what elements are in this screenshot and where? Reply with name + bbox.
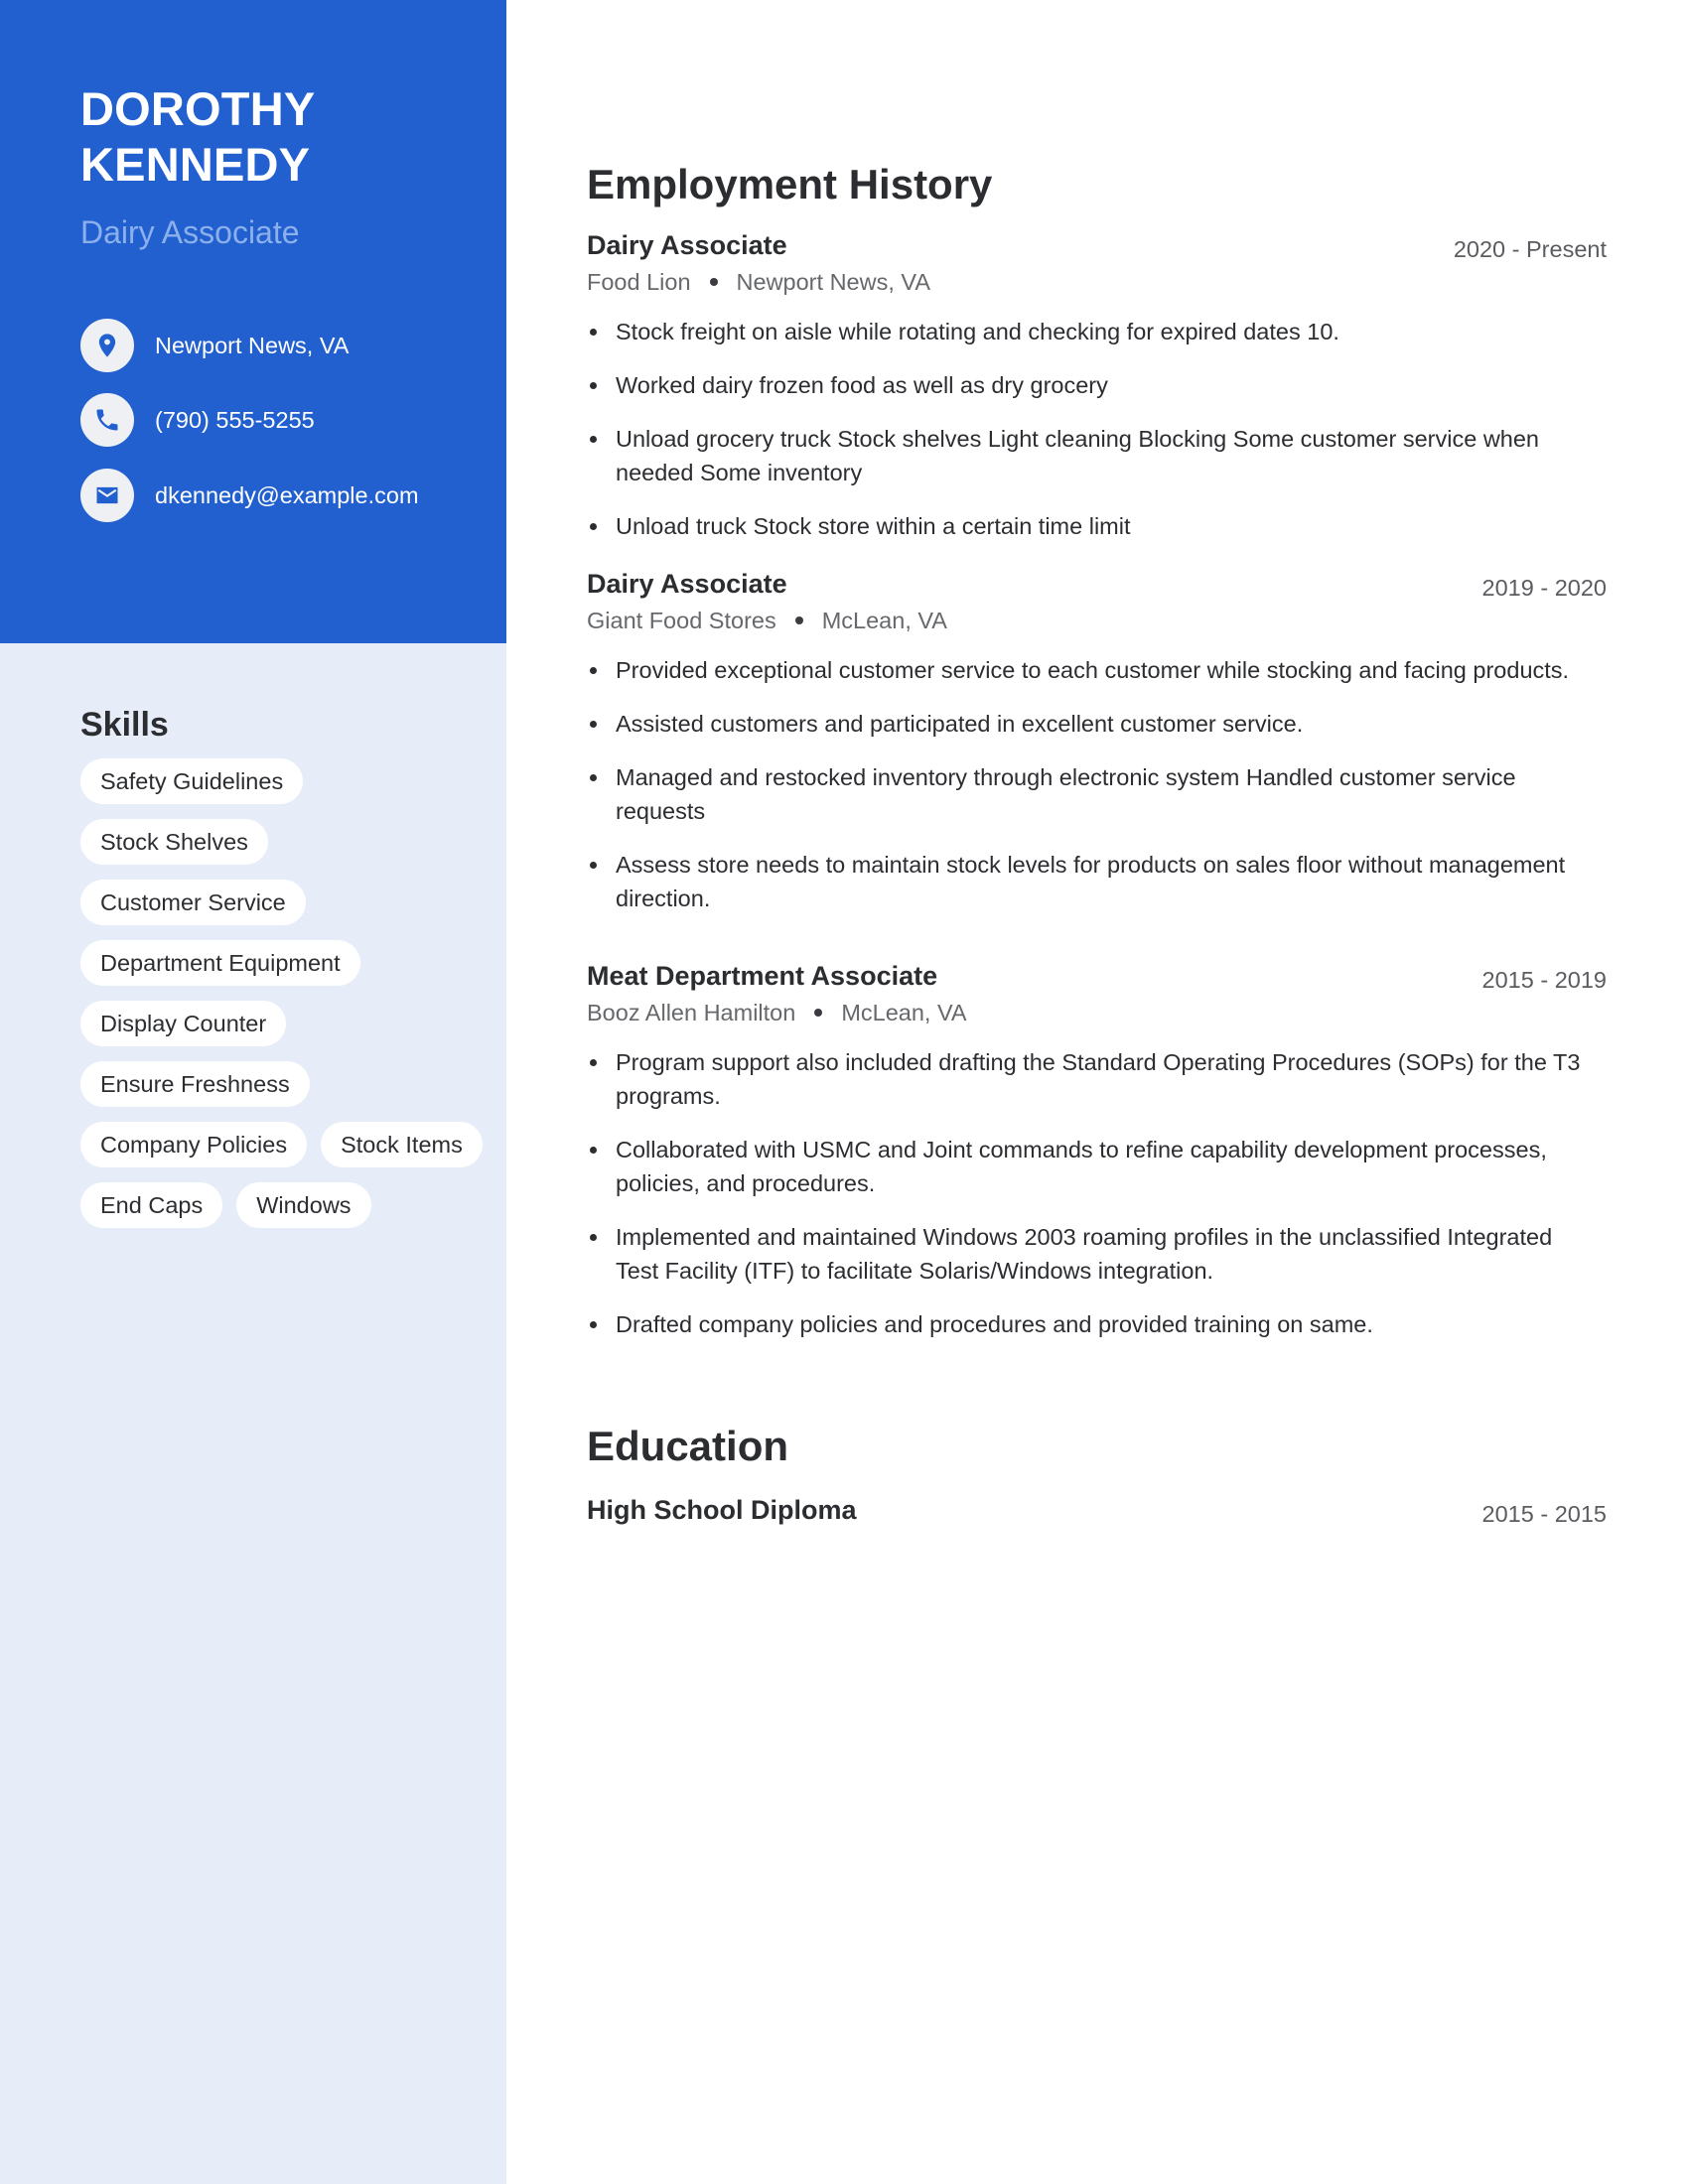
separator-dot-icon — [709, 278, 718, 286]
skills-list: Safety Guidelines Stock Shelves Customer… — [80, 758, 488, 1228]
skill-pill: Stock Shelves — [80, 819, 268, 865]
education-entry: High School Diploma 2015 - 2015 — [587, 1492, 1607, 1528]
phone-icon — [80, 393, 134, 447]
job-bullet: Worked dairy frozen food as well as dry … — [587, 368, 1590, 402]
job-bullet: Collaborated with USMC and Joint command… — [587, 1133, 1590, 1200]
job-meta: Giant Food Stores McLean, VA — [587, 604, 1607, 637]
skill-pill: Windows — [236, 1182, 371, 1228]
job-bullets: Provided exceptional customer service to… — [587, 653, 1607, 915]
job-dates: 2015 - 2019 — [1481, 967, 1607, 993]
job-bullet: Unload grocery truck Stock shelves Light… — [587, 422, 1590, 489]
job-company: Booz Allen Hamilton — [587, 1000, 796, 1025]
job-location: McLean, VA — [821, 608, 947, 633]
job-bullet: Stock freight on aisle while rotating an… — [587, 315, 1590, 348]
skill-pill: Safety Guidelines — [80, 758, 304, 804]
phone-text[interactable]: (790) 555-5255 — [155, 407, 315, 434]
contact-location: Newport News, VA — [80, 319, 497, 372]
job-location: McLean, VA — [841, 1000, 967, 1025]
skill-pill: Display Counter — [80, 1001, 287, 1046]
candidate-name: DOROTHY KENNEDY — [80, 81, 478, 193]
separator-dot-icon — [814, 1009, 823, 1017]
job-meta: Food Lion Newport News, VA — [587, 265, 1607, 299]
job-bullet: Drafted company policies and procedures … — [587, 1307, 1590, 1341]
skill-pill: Customer Service — [80, 880, 306, 925]
skills-heading: Skills — [80, 706, 169, 744]
job-entry: Dairy Associate 2020 - Present Food Lion… — [587, 227, 1607, 563]
job-company: Giant Food Stores — [587, 608, 776, 633]
job-bullet: Assisted customers and participated in e… — [587, 707, 1590, 741]
candidate-title: Dairy Associate — [80, 214, 300, 250]
sidebar-header: DOROTHY KENNEDY Dairy Associate Newport … — [0, 0, 506, 643]
education-dates: 2015 - 2015 — [1481, 1501, 1607, 1527]
job-bullets: Program support also included drafting t… — [587, 1045, 1607, 1341]
first-name: DOROTHY — [80, 82, 316, 135]
job-meta: Booz Allen Hamilton McLean, VA — [587, 996, 1607, 1029]
job-bullets: Stock freight on aisle while rotating an… — [587, 315, 1607, 543]
job-entry: Meat Department Associate 2015 - 2019 Bo… — [587, 958, 1607, 1361]
job-entry: Dairy Associate 2019 - 2020 Giant Food S… — [587, 566, 1607, 935]
job-bullet: Program support also included drafting t… — [587, 1045, 1590, 1113]
last-name: KENNEDY — [80, 138, 311, 191]
contact-email: dkennedy@example.com — [80, 469, 497, 522]
job-location: Newport News, VA — [736, 269, 930, 295]
location-text: Newport News, VA — [155, 332, 350, 358]
skill-pill: Stock Items — [321, 1122, 483, 1167]
map-pin-icon — [80, 319, 134, 372]
job-dates: 2020 - Present — [1453, 236, 1607, 262]
education-degree: High School Diploma — [587, 1495, 857, 1525]
skill-pill: Company Policies — [80, 1122, 308, 1167]
job-bullet: Unload truck Stock store within a certai… — [587, 509, 1590, 543]
job-bullet: Assess store needs to maintain stock lev… — [587, 848, 1590, 915]
job-bullet: Provided exceptional customer service to… — [587, 653, 1590, 687]
contact-phone: (790) 555-5255 — [80, 393, 497, 447]
envelope-icon — [80, 469, 134, 522]
job-role: Dairy Associate — [587, 569, 787, 599]
skill-pill: End Caps — [80, 1182, 223, 1228]
job-role: Meat Department Associate — [587, 961, 938, 991]
sidebar: DOROTHY KENNEDY Dairy Associate Newport … — [0, 0, 506, 2184]
job-dates: 2019 - 2020 — [1481, 575, 1607, 601]
skill-pill: Ensure Freshness — [80, 1061, 310, 1107]
employment-heading: Employment History — [587, 161, 993, 207]
separator-dot-icon — [794, 616, 803, 624]
email-link[interactable]: dkennedy@example.com — [155, 482, 419, 509]
job-bullet: Implemented and maintained Windows 2003 … — [587, 1220, 1590, 1288]
skill-pill: Department Equipment — [80, 940, 360, 986]
job-role: Dairy Associate — [587, 230, 787, 260]
job-company: Food Lion — [587, 269, 691, 295]
education-heading: Education — [587, 1423, 789, 1469]
job-bullet: Managed and restocked inventory through … — [587, 760, 1590, 828]
